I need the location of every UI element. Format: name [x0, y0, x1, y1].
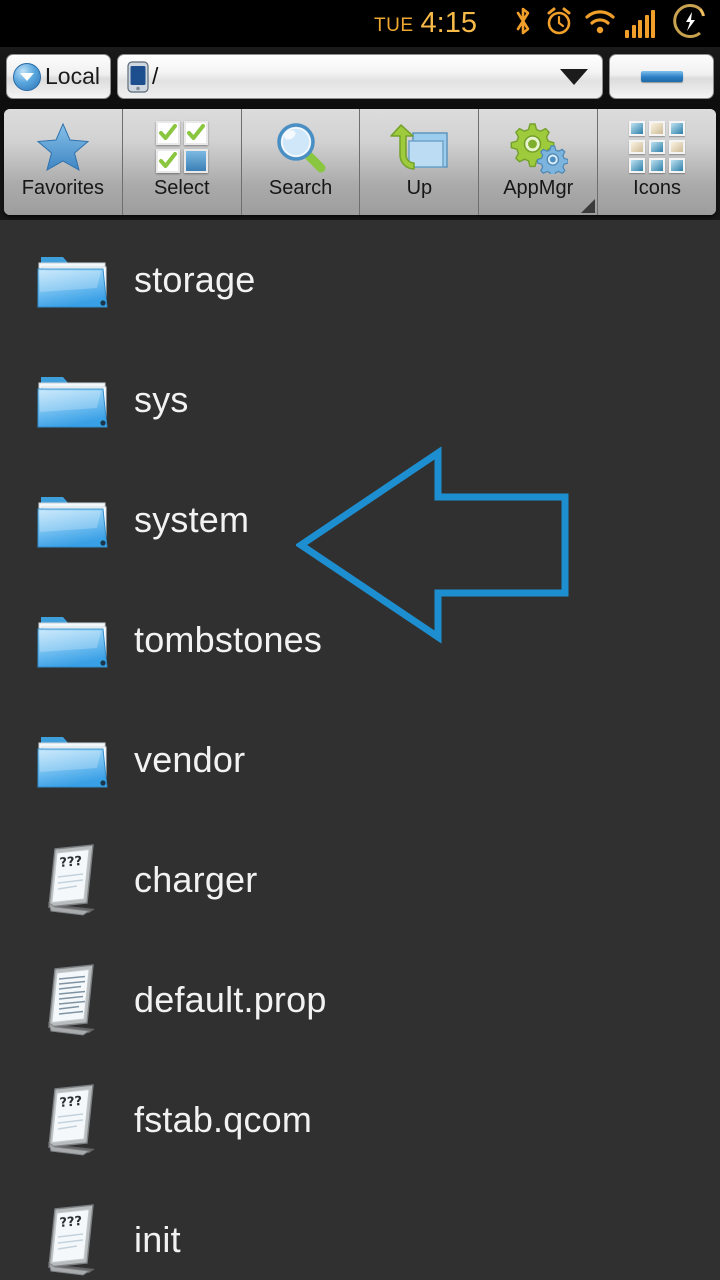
star-icon — [36, 119, 90, 175]
toolbar-button-up[interactable]: Up — [360, 109, 480, 215]
magnifier-icon — [273, 119, 329, 175]
svg-text:???: ??? — [59, 1214, 83, 1231]
unknown-file-icon: ??? — [34, 1201, 112, 1279]
toolbar-button-select[interactable]: Select — [122, 109, 242, 215]
path-text: / — [152, 63, 159, 89]
list-item[interactable]: default.prop — [0, 940, 720, 1060]
minimize-toolbar-button[interactable] — [609, 54, 714, 99]
battery-charging-icon — [664, 2, 708, 45]
local-storage-button[interactable]: Local — [6, 54, 111, 99]
chevron-down-icon[interactable] — [560, 68, 588, 85]
phone-icon — [127, 60, 149, 93]
submenu-corner-icon[interactable] — [581, 199, 596, 213]
alarm-icon — [543, 5, 575, 42]
list-item[interactable]: ??? charger — [0, 820, 720, 940]
folder-icon — [34, 601, 112, 679]
list-item[interactable]: ??? fstab.qcom — [0, 1060, 720, 1180]
list-item[interactable]: sys — [0, 340, 720, 460]
text-file-icon — [34, 961, 112, 1039]
toolbar-label-search: Search — [268, 177, 333, 199]
svg-text:???: ??? — [59, 854, 83, 871]
unknown-file-icon: ??? — [34, 1081, 112, 1159]
minimize-bar-icon — [640, 71, 683, 82]
unknown-file-icon: ??? — [34, 841, 112, 919]
svg-text:???: ??? — [59, 1094, 83, 1111]
toolbar-label-favorites: Favorites — [21, 177, 105, 199]
toolbar-label-select: Select — [153, 177, 210, 199]
chevron-down-circle-icon — [13, 62, 41, 91]
app-screen: TUE 4:15 Local / Favorites Select Search… — [0, 0, 720, 1280]
up-folder-icon — [387, 119, 451, 175]
folder-icon — [34, 481, 112, 559]
folder-icon — [34, 241, 112, 319]
list-item-label: system — [134, 499, 250, 540]
list-item-label: charger — [134, 859, 258, 900]
cellular-signal-icon — [625, 9, 655, 38]
toolbar-button-favorites[interactable]: Favorites — [4, 109, 123, 215]
toolbar-button-search[interactable]: Search — [241, 109, 361, 215]
list-item-label: tombstones — [134, 619, 323, 660]
list-item[interactable]: system — [0, 460, 720, 580]
toolbar-label-up: Up — [406, 177, 433, 199]
list-item-label: init — [134, 1219, 181, 1260]
toolbar-label-appmgr: AppMgr — [503, 177, 574, 199]
gears-icon — [508, 119, 569, 175]
list-item[interactable]: storage — [0, 220, 720, 340]
local-button-label: Local — [45, 63, 100, 89]
list-item-label: sys — [134, 379, 189, 420]
folder-icon — [34, 721, 112, 799]
list-item-label: fstab.qcom — [134, 1099, 313, 1140]
status-bar: TUE 4:15 — [0, 0, 720, 47]
toolbar-button-appmgr[interactable]: AppMgr — [479, 109, 599, 215]
checkbox-grid-icon — [155, 119, 208, 175]
status-day-label: TUE — [374, 14, 414, 36]
toolbar-label-icons: Icons — [633, 177, 681, 199]
list-item-label: default.prop — [134, 979, 327, 1020]
list-item-label: storage — [134, 259, 256, 300]
status-clock: 4:15 — [420, 7, 477, 39]
folder-icon — [34, 361, 112, 439]
action-bar: Local / — [0, 47, 720, 106]
thumbnail-grid-icon — [629, 119, 686, 175]
list-item[interactable]: tombstones — [0, 580, 720, 700]
toolbar-button-icons[interactable]: Icons — [598, 109, 716, 215]
list-item-label: vendor — [134, 739, 246, 780]
toolbar: Favorites Select Search Up AppMgr Icons — [0, 106, 720, 220]
list-item[interactable]: ??? init — [0, 1180, 720, 1280]
wifi-icon — [584, 6, 616, 41]
list-item[interactable]: vendor — [0, 700, 720, 820]
file-list[interactable]: storage sys system tombstones vendor ???… — [0, 220, 720, 1280]
bluetooth-icon — [512, 5, 534, 42]
path-input[interactable]: / — [117, 54, 603, 99]
